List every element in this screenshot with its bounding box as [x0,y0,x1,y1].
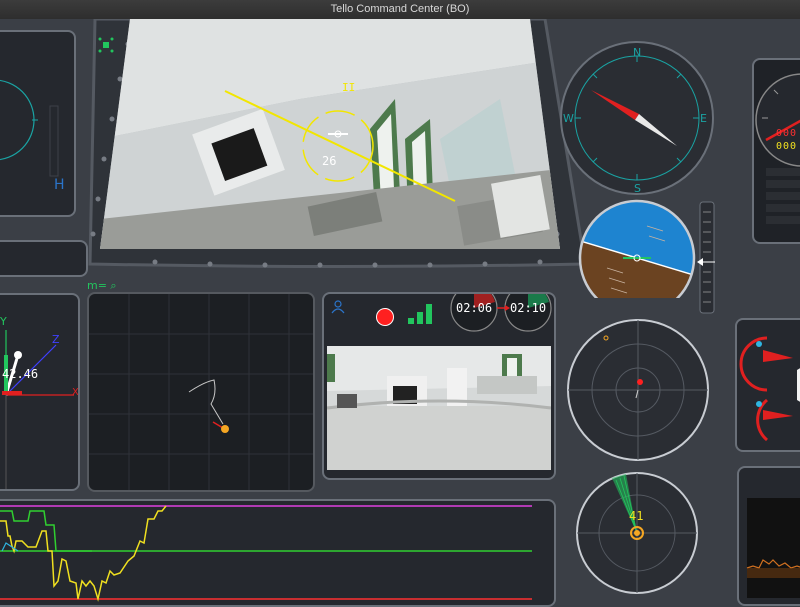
motor-status-panel [735,318,800,452]
connection-status-icon [98,37,114,53]
sweep-radar: 41 [576,472,698,594]
axis-y-label: Y [0,315,7,328]
heading-gauge-panel: H [0,30,76,217]
record-button[interactable] [376,308,394,326]
status-bar-panel [0,240,88,277]
axis-x-label: X [72,387,79,398]
axis-value: 42.46 [2,367,39,381]
vertical-speed-tape [697,201,715,314]
gauge-h-label: H [54,177,65,193]
compass-north-label: N [633,46,641,59]
timer-1: 02:06 [456,301,493,315]
main-video-feed[interactable]: II 26 [100,19,560,249]
position-radar [567,319,709,461]
user-icon[interactable] [330,300,346,314]
hud-top-mark: II [342,81,355,94]
compass-east-label: E [700,112,707,125]
compass-south-label: S [634,182,641,195]
secondary-camera-feed[interactable] [327,346,551,470]
attitude-indicator [578,199,696,298]
signal-strength-icon [408,304,432,324]
camera-panel: 02:06 02:10 [322,292,556,480]
trajectory-map-panel[interactable] [87,292,315,492]
window-title: Tello Command Center (BO) [0,0,800,20]
altimeter-digits-bottom: 000 [776,141,798,152]
telemetry-graph-panel [0,499,556,607]
compass-dial: N S E W [560,41,714,195]
timer-2: 02:10 [510,301,547,315]
axis-z-label: Z [52,333,60,346]
map-header: m= ⌕ [87,279,117,292]
drone-position-marker [221,425,229,433]
hud-pitch-value: 26 [322,154,336,168]
compass-west-label: W [563,112,574,125]
axis3d-panel: Y Z X 42.46 [0,293,80,491]
sweep-radar-value: 41 [629,509,643,523]
altimeter-digits-top: 000 [776,128,798,139]
altimeter-panel: 000 000 [752,58,800,244]
spectrum-panel [737,466,800,606]
